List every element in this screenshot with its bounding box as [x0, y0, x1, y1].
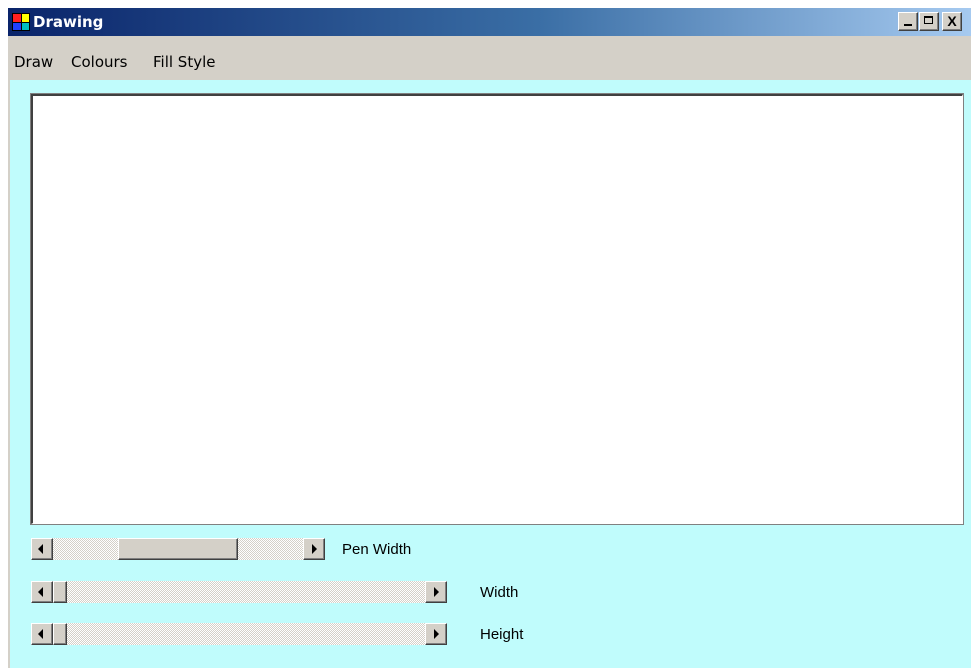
width-thumb[interactable]	[53, 581, 67, 603]
triangle-right-icon	[434, 587, 439, 597]
maximize-icon	[924, 16, 933, 24]
minimize-button[interactable]	[898, 12, 918, 31]
triangle-right-icon	[434, 629, 439, 639]
maximize-button[interactable]	[919, 12, 939, 31]
menu-colours[interactable]: Colours	[71, 53, 127, 71]
triangle-left-icon	[38, 544, 43, 554]
pen-width-label: Pen Width	[342, 541, 412, 558]
pen-width-scrollbar[interactable]	[31, 538, 325, 560]
pen-width-right-button[interactable]	[303, 538, 325, 560]
width-label: Width	[480, 584, 519, 601]
triangle-left-icon	[38, 629, 43, 639]
width-left-button[interactable]	[31, 581, 53, 603]
pen-width-thumb[interactable]	[118, 538, 238, 560]
height-label: Height	[480, 626, 524, 643]
title-bar[interactable]: Drawing X	[8, 8, 971, 36]
menu-draw[interactable]: Draw	[14, 53, 53, 71]
drawing-window: Drawing X Draw Colours Fill Style Pen Wi…	[8, 8, 971, 668]
height-left-button[interactable]	[31, 623, 53, 645]
drawing-app-icon[interactable]	[12, 13, 30, 31]
window-title: Drawing	[33, 13, 104, 31]
height-thumb[interactable]	[53, 623, 67, 645]
menu-bar: Draw Colours Fill Style	[8, 36, 971, 80]
triangle-left-icon	[38, 587, 43, 597]
width-right-button[interactable]	[425, 581, 447, 603]
triangle-right-icon	[312, 544, 317, 554]
menu-fill-style[interactable]: Fill Style	[153, 53, 215, 71]
width-scrollbar[interactable]	[31, 581, 447, 603]
height-right-button[interactable]	[425, 623, 447, 645]
height-scrollbar[interactable]	[31, 623, 447, 645]
minimize-icon	[904, 24, 912, 26]
client-area: Pen Width Width Height	[10, 80, 971, 668]
drawing-canvas[interactable]	[31, 94, 963, 524]
close-icon: X	[947, 13, 957, 29]
close-button[interactable]: X	[942, 12, 962, 31]
pen-width-left-button[interactable]	[31, 538, 53, 560]
